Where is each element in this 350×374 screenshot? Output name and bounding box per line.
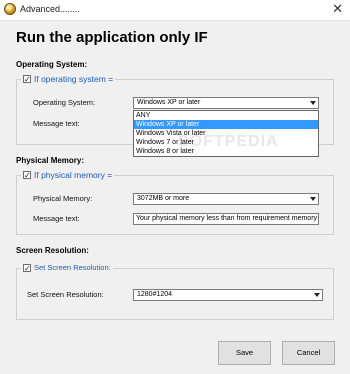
chevron-down-icon[interactable] — [314, 293, 320, 297]
os-section-title: Operating System: — [16, 60, 88, 69]
os-label: Operating System: — [33, 98, 96, 107]
resolution-checkbox[interactable]: ✓ — [23, 263, 31, 272]
os-checkbox[interactable]: ✓ — [23, 75, 31, 84]
memory-select[interactable]: 3072MB or more — [133, 193, 319, 205]
os-select-value: Windows XP or later — [137, 99, 201, 106]
memory-select-value: 3072MB or more — [137, 195, 190, 202]
resolution-label: Set Screen Resolution: — [27, 290, 104, 299]
memory-group-box — [16, 175, 334, 235]
memory-message-input[interactable]: Your physical memory less than from requ… — [133, 213, 319, 225]
resolution-checkbox-row[interactable]: ✓ Set Screen Resolution: — [21, 263, 113, 272]
dropdown-option-any[interactable]: ANY — [134, 111, 318, 120]
memory-label: Physical Memory: — [33, 194, 93, 203]
os-select[interactable]: Windows XP or later — [133, 97, 319, 109]
os-checkbox-row[interactable]: ✓ If operating system = — [21, 74, 116, 84]
dropdown-option-xp[interactable]: Windows XP or later — [134, 120, 318, 129]
memory-section-title: Physical Memory: — [16, 156, 85, 165]
resolution-select-value: 1280#1204 — [137, 291, 173, 298]
window-title: Advanced........ — [20, 4, 81, 14]
cancel-button[interactable]: Cancel — [282, 341, 335, 365]
os-checkbox-label[interactable]: If operating system = — [34, 74, 113, 84]
chevron-down-icon[interactable] — [310, 197, 316, 201]
watermark: SOFTPEDIA — [178, 133, 279, 150]
memory-checkbox[interactable]: ✓ — [23, 171, 31, 180]
memory-checkbox-label[interactable]: If physical memory = — [34, 170, 112, 180]
resolution-section-title: Screen Resolution: — [16, 246, 89, 255]
app-icon — [4, 3, 16, 15]
page-title: Run the application only IF — [16, 29, 208, 46]
os-message-label: Message text: — [33, 119, 80, 128]
resolution-checkbox-label[interactable]: Set Screen Resolution: — [34, 263, 111, 272]
chevron-down-icon[interactable] — [310, 101, 316, 105]
save-button[interactable]: Save — [218, 341, 271, 365]
resolution-select[interactable]: 1280#1204 — [133, 289, 323, 301]
close-icon[interactable]: ✕ — [332, 2, 343, 16]
memory-message-label: Message text: — [33, 214, 80, 223]
memory-checkbox-row[interactable]: ✓ If physical memory = — [21, 170, 115, 180]
